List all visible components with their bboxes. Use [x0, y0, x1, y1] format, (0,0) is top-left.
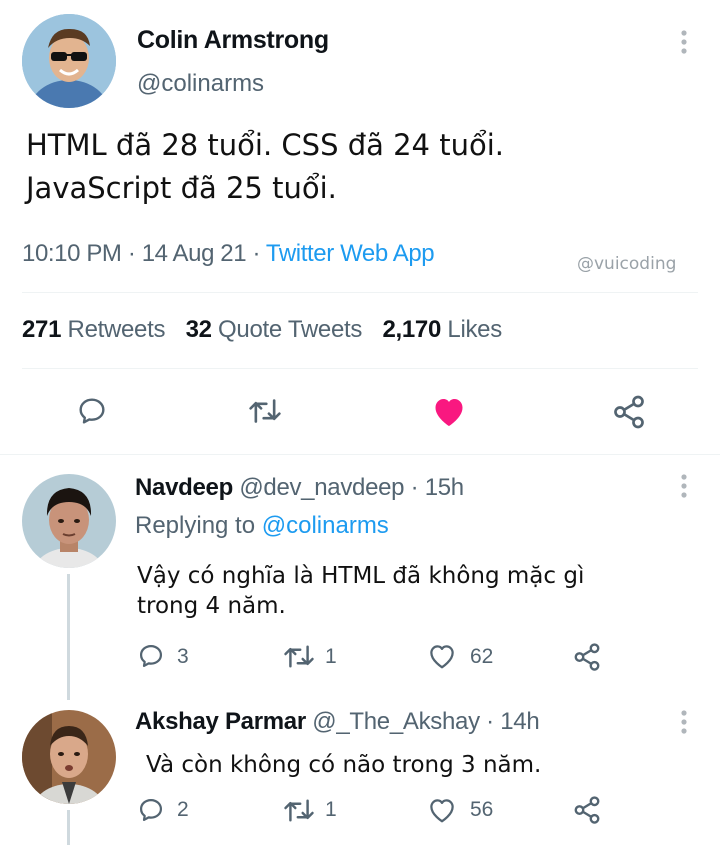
reply-count: 2 [177, 798, 189, 821]
reply-header: Navdeep @dev_navdeep · 15h [135, 474, 464, 502]
reply-icon[interactable] [137, 796, 165, 824]
tweet-date[interactable]: 14 Aug 21 [142, 240, 247, 267]
reply-text-line-2: trong 4 năm. [137, 593, 286, 619]
retweets-count: 271 [22, 316, 62, 343]
watermark: @vuicoding [577, 254, 677, 274]
replying-to-handle[interactable]: @colinarms [262, 512, 389, 539]
divider [22, 292, 698, 293]
meta-separator: · [252, 240, 261, 267]
thread-line [67, 574, 70, 700]
likes-count: 2,170 [382, 316, 442, 343]
reply-age[interactable]: 14h [500, 708, 539, 735]
thread-line [67, 810, 70, 845]
author-handle[interactable]: @colinarms [137, 70, 264, 98]
meta-separator: · [486, 708, 494, 735]
retweet-icon[interactable] [283, 797, 315, 824]
reply-text: Và còn không có não trong 3 năm. [146, 750, 541, 780]
like-count: 62 [470, 645, 494, 668]
divider [0, 454, 720, 455]
like-icon-filled[interactable] [431, 394, 467, 428]
quote-tweets-label: Quote Tweets [218, 316, 363, 343]
avatar-image [22, 710, 116, 804]
retweet-icon[interactable] [248, 396, 282, 426]
like-icon[interactable] [427, 796, 457, 824]
avatar-image [22, 14, 116, 108]
avatar-colin-armstrong[interactable] [22, 14, 116, 108]
retweet-count: 1 [325, 798, 337, 821]
reply-text-line-1: Vậy có nghĩa là HTML đã không mặc gì [137, 563, 585, 589]
likes-label: Likes [447, 316, 502, 343]
author-name[interactable]: Colin Armstrong [137, 26, 329, 55]
reply-author-name[interactable]: Akshay Parmar [135, 708, 306, 735]
meta-separator: · [127, 240, 136, 267]
divider [22, 368, 698, 369]
reply-header: Akshay Parmar @_The_Akshay · 14h [135, 708, 540, 736]
more-options-icon[interactable] [676, 30, 692, 58]
reply-count: 3 [177, 645, 189, 668]
tweet-stats: 271 Retweets 32 Quote Tweets 2,170 Likes [22, 316, 502, 344]
tweet-text: HTML đã 28 tuổi. CSS đã 24 tuổi. JavaScr… [26, 124, 504, 210]
tweet-text-line-1: HTML đã 28 tuổi. CSS đã 24 tuổi. [26, 128, 504, 162]
retweets-label: Retweets [67, 316, 166, 343]
reply-text: Vậy có nghĩa là HTML đã không mặc gì tro… [137, 561, 584, 621]
reply-author-handle[interactable]: @_The_Akshay [312, 708, 480, 735]
avatar-image [22, 474, 116, 568]
replying-to: Replying to @colinarms [135, 512, 389, 540]
reply-author-handle[interactable]: @dev_navdeep [239, 474, 404, 501]
retweet-icon[interactable] [283, 643, 315, 670]
reply-icon[interactable] [76, 395, 108, 427]
avatar-navdeep[interactable] [22, 474, 116, 568]
quote-tweets-count: 32 [185, 316, 212, 343]
share-icon[interactable] [572, 642, 602, 672]
retweet-count: 1 [325, 645, 337, 668]
reply-age[interactable]: 15h [425, 474, 464, 501]
likes-stat[interactable]: 2,170 Likes [382, 316, 502, 343]
meta-separator: · [410, 474, 419, 501]
avatar-akshay-parmar[interactable] [22, 710, 116, 804]
reply-text-line-1: Và còn không có não trong 3 năm. [146, 752, 542, 778]
tweet-text-line-2: JavaScript đã 25 tuổi. [26, 171, 337, 205]
reply-icon[interactable] [137, 642, 165, 670]
quote-tweets-stat[interactable]: 32 Quote Tweets [186, 316, 369, 343]
reply-author-name[interactable]: Navdeep [135, 474, 233, 501]
replying-to-label: Replying to [135, 512, 256, 539]
like-icon[interactable] [427, 642, 457, 670]
retweets-stat[interactable]: 271 Retweets [22, 316, 172, 343]
like-count: 56 [470, 798, 494, 821]
more-options-icon[interactable] [681, 710, 687, 738]
share-icon[interactable] [572, 795, 602, 825]
share-icon[interactable] [611, 394, 647, 430]
more-options-icon[interactable] [681, 474, 687, 502]
tweet-meta: 10:10 PM · 14 Aug 21 · Twitter Web App [22, 240, 435, 268]
tweet-time[interactable]: 10:10 PM [22, 240, 122, 267]
tweet-source[interactable]: Twitter Web App [266, 240, 435, 267]
